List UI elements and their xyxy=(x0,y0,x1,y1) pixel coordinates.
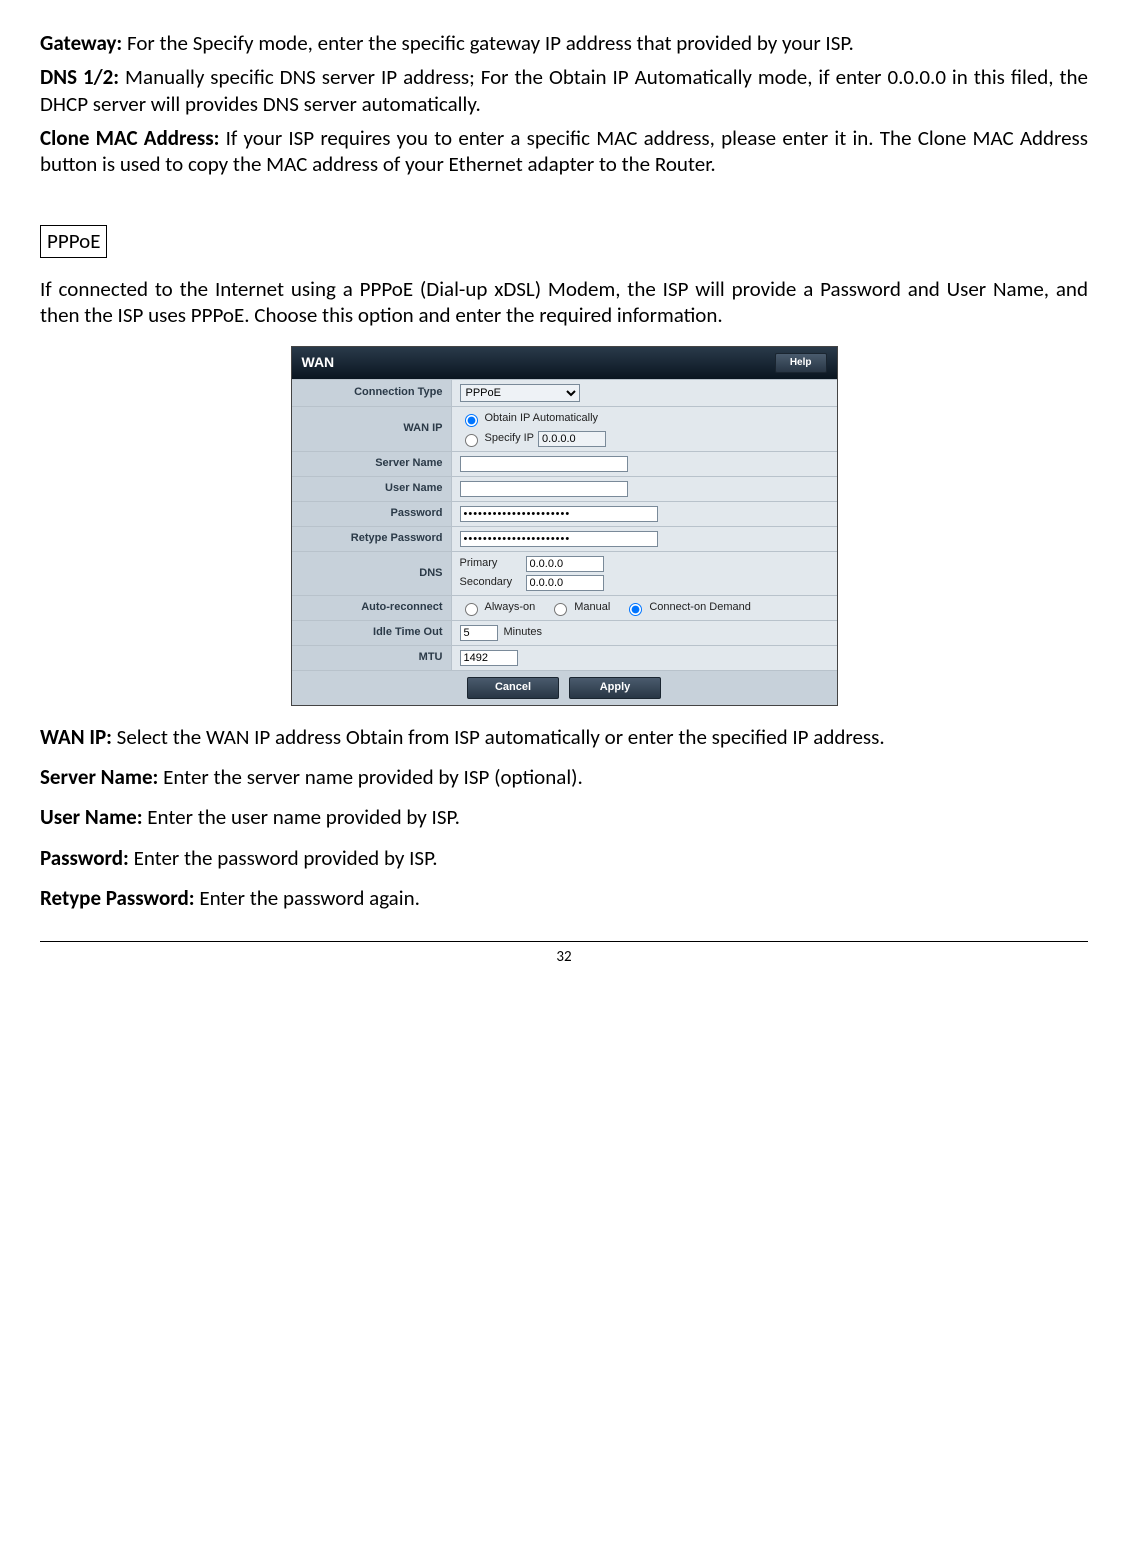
label-idle: Idle Time Out xyxy=(292,621,452,645)
row-password: Password xyxy=(292,501,837,526)
gateway-text: For the Specify mode, enter the specific… xyxy=(122,30,854,56)
gateway-label: Gateway: xyxy=(40,30,122,56)
username-paragraph: User Name: Enter the user name provided … xyxy=(40,804,1088,830)
page-number: 32 xyxy=(556,948,571,966)
wan-footer: Cancel Apply xyxy=(292,670,837,705)
manual-radio[interactable] xyxy=(554,603,567,616)
row-idle: Idle Time Out Minutes xyxy=(292,620,837,645)
help-button[interactable]: Help xyxy=(775,353,827,374)
label-mtu: MTU xyxy=(292,646,452,670)
wanip-text: Select the WAN IP address Obtain from IS… xyxy=(112,724,885,750)
dns-secondary-input[interactable] xyxy=(526,575,604,591)
row-wan-ip: WAN IP Obtain IP Automatically Specify I… xyxy=(292,406,837,451)
pppoe-section-tag: PPPoE xyxy=(40,225,107,257)
retype-label: Retype Password: xyxy=(40,885,195,911)
row-retype-password: Retype Password xyxy=(292,526,837,551)
row-server-name: Server Name xyxy=(292,451,837,476)
dns-primary-input[interactable] xyxy=(526,556,604,572)
always-on-label: Always-on xyxy=(485,601,536,615)
retype-password-input[interactable] xyxy=(460,531,658,547)
idle-input[interactable] xyxy=(460,625,498,641)
connection-type-select[interactable]: PPPoE xyxy=(460,384,580,402)
specify-ip-label: Specify IP xyxy=(485,432,535,446)
dns-label: DNS 1/2: xyxy=(40,64,119,90)
row-mtu: MTU xyxy=(292,645,837,670)
retype-paragraph: Retype Password: Enter the password agai… xyxy=(40,885,1088,911)
label-connection-type: Connection Type xyxy=(292,380,452,406)
cancel-button[interactable]: Cancel xyxy=(467,677,559,699)
label-retype-password: Retype Password xyxy=(292,527,452,551)
password-text: Enter the password provided by ISP. xyxy=(129,845,438,871)
pppoe-intro: If connected to the Internet using a PPP… xyxy=(40,276,1088,329)
cod-label: Connect-on Demand xyxy=(649,601,751,615)
clone-paragraph: Clone MAC Address: If your ISP requires … xyxy=(40,125,1088,178)
server-name-input[interactable] xyxy=(460,456,628,472)
user-name-input[interactable] xyxy=(460,481,628,497)
dns-paragraph: DNS 1/2: Manually specific DNS server IP… xyxy=(40,64,1088,117)
label-wan-ip: WAN IP xyxy=(292,407,452,451)
username-label: User Name: xyxy=(40,804,143,830)
dns-text: Manually specific DNS server IP address;… xyxy=(40,64,1088,116)
label-user-name: User Name xyxy=(292,477,452,501)
manual-label: Manual xyxy=(574,601,610,615)
servername-text: Enter the server name provided by ISP (o… xyxy=(158,764,583,790)
always-on-radio[interactable] xyxy=(465,603,478,616)
clone-label: Clone MAC Address: xyxy=(40,125,219,151)
wan-header: WAN Help xyxy=(292,347,837,379)
row-connection-type: Connection Type PPPoE xyxy=(292,379,837,406)
label-auto-reconnect: Auto-reconnect xyxy=(292,596,452,620)
apply-button[interactable]: Apply xyxy=(569,677,661,699)
row-auto-reconnect: Auto-reconnect Always-on Manual Connect-… xyxy=(292,595,837,620)
wan-title: WAN xyxy=(302,354,335,372)
mtu-input[interactable] xyxy=(460,650,518,666)
dns-primary-label: Primary xyxy=(460,557,520,571)
wan-figure: WAN Help Connection Type PPPoE WAN IP Ob… xyxy=(291,346,838,706)
servername-paragraph: Server Name: Enter the server name provi… xyxy=(40,764,1088,790)
gateway-paragraph: Gateway: For the Specify mode, enter the… xyxy=(40,30,1088,56)
wanip-paragraph: WAN IP: Select the WAN IP address Obtain… xyxy=(40,724,1088,750)
dns-secondary-label: Secondary xyxy=(460,576,520,590)
password-input[interactable] xyxy=(460,506,658,522)
specify-ip-input[interactable] xyxy=(538,431,606,447)
password-paragraph: Password: Enter the password provided by… xyxy=(40,845,1088,871)
idle-unit: Minutes xyxy=(504,626,543,640)
row-dns: DNS Primary Secondary xyxy=(292,551,837,595)
page-footer: 32 xyxy=(40,941,1088,967)
row-user-name: User Name xyxy=(292,476,837,501)
retype-text: Enter the password again. xyxy=(195,885,420,911)
specify-ip-radio[interactable] xyxy=(465,434,478,447)
servername-label: Server Name: xyxy=(40,764,158,790)
password-label: Password: xyxy=(40,845,129,871)
label-dns: DNS xyxy=(292,552,452,595)
cod-radio[interactable] xyxy=(629,603,642,616)
wanip-label: WAN IP: xyxy=(40,724,112,750)
obtain-auto-radio[interactable] xyxy=(465,414,478,427)
obtain-auto-label: Obtain IP Automatically xyxy=(485,412,599,426)
username-text: Enter the user name provided by ISP. xyxy=(143,804,460,830)
label-server-name: Server Name xyxy=(292,452,452,476)
label-password: Password xyxy=(292,502,452,526)
